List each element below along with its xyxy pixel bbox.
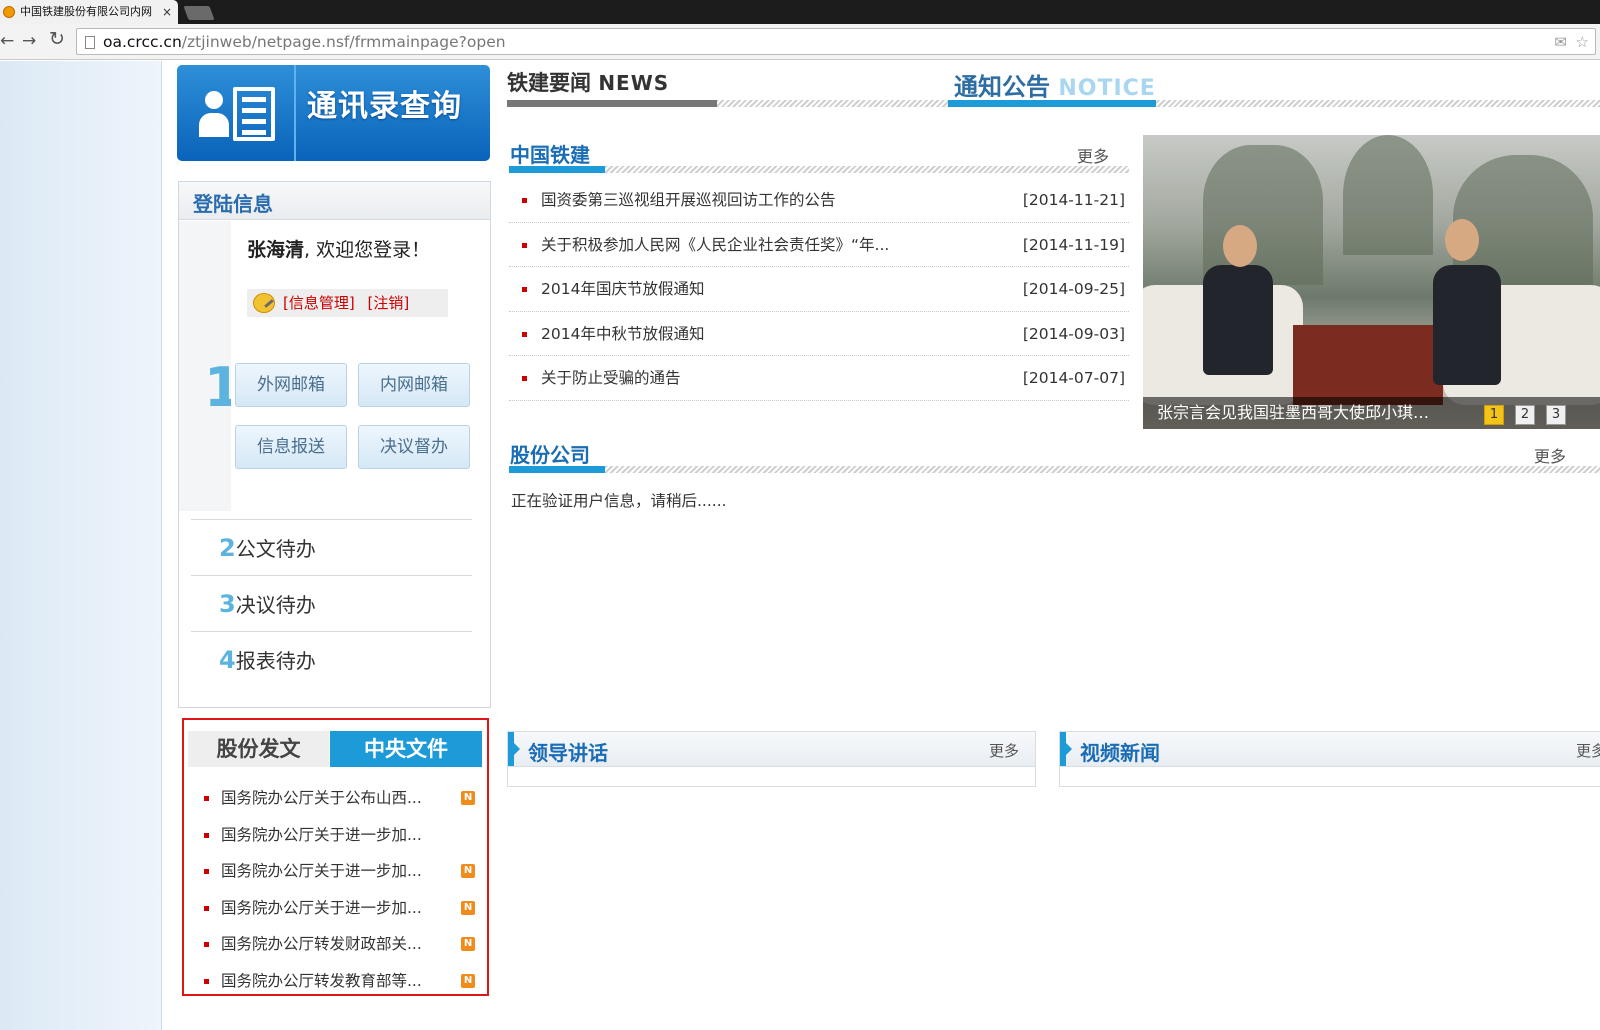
section-arrow-icon xyxy=(1060,732,1072,766)
company-section-rule xyxy=(509,466,1600,473)
reload-icon[interactable]: ↻ xyxy=(49,30,65,49)
new-badge-icon: N xyxy=(461,864,475,879)
external-mail-button[interactable]: 外网邮箱 xyxy=(235,363,347,407)
video-news-more-link[interactable]: 更多 xyxy=(1576,740,1600,761)
welcome-message: 张海清, 欢迎您登录！ xyxy=(247,239,431,261)
todo-resolutions[interactable]: 3决议待办 xyxy=(191,575,472,631)
address-bar[interactable]: oa.crcc.cn/ztjinweb/netpage.nsf/frmmainp… xyxy=(76,28,1596,55)
tab-central-documents[interactable]: 中央文件 xyxy=(330,731,482,767)
new-badge-icon: N xyxy=(461,937,475,952)
news-slideshow[interactable]: 张宗言会见我国驻墨西哥大使邱小琪… 1 2 3 xyxy=(1143,135,1600,429)
left-background xyxy=(0,61,162,1030)
slideshow-caption[interactable]: 张宗言会见我国驻墨西哥大使邱小琪… xyxy=(1157,397,1429,429)
user-edit-icon xyxy=(253,293,275,313)
tab-close-icon[interactable]: × xyxy=(162,0,172,24)
new-badge-icon: N xyxy=(461,791,475,805)
loading-message: 正在验证用户信息，请稍后...... xyxy=(511,492,727,510)
list-item[interactable]: 国务院办公厅关于进一步加... N xyxy=(188,853,486,890)
internal-mail-button[interactable]: 内网邮箱 xyxy=(358,363,470,407)
company-more-link[interactable]: 更多 xyxy=(1534,443,1566,467)
list-item[interactable]: 国务院办公厅关于进一步加... xyxy=(188,817,486,854)
browser-toolbar: ← → ↻ oa.crcc.cn/ztjinweb/netpage.nsf/fr… xyxy=(0,24,1600,60)
forward-icon[interactable]: → xyxy=(22,32,36,50)
todo-reports[interactable]: 4报表待办 xyxy=(191,631,472,687)
back-icon[interactable]: ← xyxy=(0,32,14,50)
site-favicon-icon xyxy=(3,6,15,18)
slide-page-2[interactable]: 2 xyxy=(1515,405,1535,425)
user-action-links: [信息管理] [注销] xyxy=(247,289,448,317)
documents-list: 国务院办公厅关于公布山西... N 国务院办公厅关于进一步加... 国务院办公厅关… xyxy=(188,780,486,1000)
list-item[interactable]: 国务院办公厅关于进一步加... N xyxy=(188,890,486,927)
login-info-header: 登陆信息 xyxy=(179,182,490,220)
video-news-body xyxy=(1059,767,1600,787)
list-item[interactable]: 2014年国庆节放假通知 [2014-09-25] xyxy=(509,267,1129,312)
crcc-section-indicator xyxy=(509,166,605,173)
browser-tab-strip: 中国铁建股份有限公司内网 × xyxy=(0,0,1600,24)
leader-speech-title: 领导讲话 xyxy=(528,741,608,765)
notice-tab-indicator xyxy=(948,100,1156,107)
notification-icon[interactable]: ✉ xyxy=(1554,33,1567,51)
list-item[interactable]: 国资委第三巡视组开展巡视回访工作的公告 [2014-11-21] xyxy=(509,178,1129,223)
video-news-header: 视频新闻 更多 xyxy=(1059,731,1600,767)
resolution-supervise-button[interactable]: 决议督办 xyxy=(358,425,470,469)
login-info-title: 登陆信息 xyxy=(193,192,273,216)
contact-list-icon xyxy=(233,87,275,141)
news-tab-indicator xyxy=(507,100,717,107)
list-item[interactable]: 2014年中秋节放假通知 [2014-09-03] xyxy=(509,312,1129,356)
logout-link[interactable]: [注销] xyxy=(368,294,410,312)
browser-tab[interactable]: 中国铁建股份有限公司内网 × xyxy=(0,0,178,24)
crcc-section-title: 中国铁建 xyxy=(510,143,590,167)
slide-page-1[interactable]: 1 xyxy=(1484,405,1504,425)
leader-speech-more-link[interactable]: 更多 xyxy=(989,740,1019,761)
tab-news[interactable]: 铁建要闻 NEWS xyxy=(507,67,669,97)
list-item[interactable]: 国务院办公厅关于公布山西... N xyxy=(188,780,486,817)
info-manage-link[interactable]: [信息管理] xyxy=(283,294,355,312)
company-section-indicator xyxy=(509,466,605,473)
company-section-title: 股份公司 xyxy=(510,443,590,467)
new-badge-icon: N xyxy=(461,973,475,988)
contact-person-icon xyxy=(199,91,229,141)
tab-title: 中国铁建股份有限公司内网 xyxy=(20,5,152,18)
leader-speech-body xyxy=(507,767,1036,787)
section-arrow-icon xyxy=(508,732,520,766)
info-report-button[interactable]: 信息报送 xyxy=(235,425,347,469)
video-news-title: 视频新闻 xyxy=(1080,741,1160,765)
url-text: oa.crcc.cn/ztjinweb/netpage.nsf/frmmainp… xyxy=(103,33,506,51)
tab-notice[interactable]: 通知公告 NOTICE xyxy=(954,67,1156,102)
slide-page-3[interactable]: 3 xyxy=(1546,405,1566,425)
documents-panel: 股份发文 中央文件 国务院办公厅关于公布山西... N 国务院办公厅关于进一步加.… xyxy=(182,718,489,996)
list-item[interactable]: 关于防止受骗的通告 [2014-07-07] xyxy=(509,356,1129,401)
crcc-notice-list: 国资委第三巡视组开展巡视回访工作的公告 [2014-11-21] 关于积极参加人民… xyxy=(509,178,1129,401)
list-item[interactable]: 关于积极参加人民网《人民企业社会责任奖》“年... [2014-11-19] xyxy=(509,223,1129,267)
new-tab-button[interactable] xyxy=(183,6,215,20)
new-badge-icon: N xyxy=(461,900,475,915)
page-content: 通讯录查询 登陆信息 1 张海清, 欢迎您登录！ [信息管理] [注销] 外网邮… xyxy=(0,61,1600,1030)
page-icon xyxy=(85,36,95,49)
crcc-more-link[interactable]: 更多 xyxy=(1077,143,1109,167)
bookmark-star-icon[interactable]: ☆ xyxy=(1576,33,1589,51)
directory-search-title: 通讯录查询 xyxy=(307,89,462,124)
list-item[interactable]: 国务院办公厅转发教育部等... N xyxy=(188,963,486,1000)
directory-search-banner[interactable]: 通讯录查询 xyxy=(177,65,490,161)
tab-company-documents[interactable]: 股份发文 xyxy=(188,731,329,767)
leader-speech-header: 领导讲话 更多 xyxy=(507,731,1036,767)
list-item[interactable]: 国务院办公厅转发财政部关... N xyxy=(188,926,486,963)
todo-documents[interactable]: 2公文待办 xyxy=(191,519,472,575)
